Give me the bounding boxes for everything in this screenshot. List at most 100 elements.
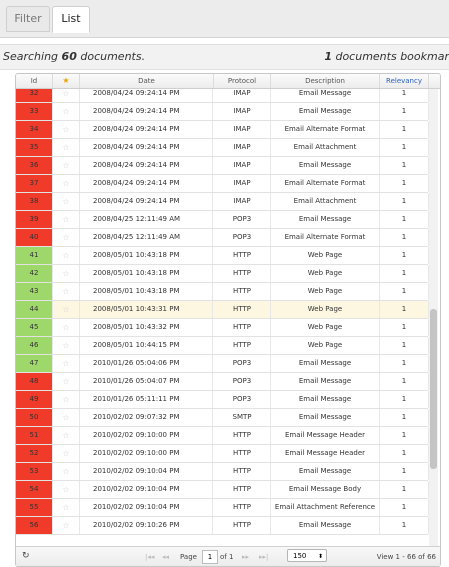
star-outline-icon[interactable]: ☆ bbox=[62, 323, 69, 332]
table-row[interactable]: 43 ☆ 2008/05/01 10:43:18 PM HTTP Web Page 1 bbox=[16, 283, 429, 301]
table-row[interactable]: 40 ☆ 2008/04/25 12:11:49 AM POP3 Email Alter… bbox=[16, 229, 429, 247]
cell-bookmark[interactable]: ☆ bbox=[53, 355, 80, 372]
cell-bookmark[interactable]: ☆ bbox=[53, 517, 80, 534]
table-row[interactable]: 48 ☆ 2010/01/26 05:04:07 PM POP3 Email Messa… bbox=[16, 373, 429, 391]
table-row[interactable]: 42 ☆ 2008/05/01 10:43:18 PM HTTP Web Page 1 bbox=[16, 265, 429, 283]
grid-header: Id ★ Date Protocol Description Relevancy… bbox=[16, 74, 440, 99]
cell-bookmark[interactable]: ☆ bbox=[53, 211, 80, 228]
table-row[interactable]: 56 ☆ 2010/02/02 09:10:26 PM HTTP Email Messa… bbox=[16, 517, 429, 535]
star-outline-icon[interactable]: ☆ bbox=[62, 395, 69, 404]
cell-bookmark[interactable]: ☆ bbox=[53, 463, 80, 480]
cell-bookmark[interactable]: ☆ bbox=[53, 121, 80, 138]
star-outline-icon[interactable]: ☆ bbox=[62, 161, 69, 170]
table-row[interactable]: 49 ☆ 2010/01/26 05:11:11 PM POP3 Email Messa… bbox=[16, 391, 429, 409]
cell-description: Email Message bbox=[271, 463, 380, 480]
scrollbar-thumb[interactable] bbox=[430, 309, 437, 469]
cell-bookmark[interactable]: ☆ bbox=[53, 319, 80, 336]
table-row[interactable]: 45 ☆ 2008/05/01 10:43:32 PM HTTP Web Page 1 bbox=[16, 319, 429, 337]
col-header-bookmark[interactable]: ★ bbox=[53, 74, 80, 88]
cell-bookmark[interactable]: ☆ bbox=[53, 373, 80, 390]
table-row[interactable]: 54 ☆ 2010/02/02 09:10:04 PM HTTP Email Messa… bbox=[16, 481, 429, 499]
cell-date: 2010/02/02 09:10:04 PM bbox=[80, 463, 213, 480]
table-row[interactable]: 51 ☆ 2010/02/02 09:10:00 PM HTTP Email Messa… bbox=[16, 427, 429, 445]
table-row[interactable]: 33 ☆ 2008/04/24 09:24:14 PM IMAP Email Messa… bbox=[16, 103, 429, 121]
first-page-button[interactable]: |◂◂ bbox=[145, 550, 154, 564]
table-row[interactable]: 32 ☆ 2008/04/24 09:24:14 PM IMAP Email Messa… bbox=[16, 89, 429, 103]
cell-bookmark[interactable]: ☆ bbox=[53, 499, 80, 516]
table-row[interactable]: 34 ☆ 2008/04/24 09:24:14 PM IMAP Email Alter… bbox=[16, 121, 429, 139]
table-row[interactable]: 36 ☆ 2008/04/24 09:24:14 PM IMAP Email Messa… bbox=[16, 157, 429, 175]
cell-date: 2008/05/01 10:43:18 PM bbox=[80, 247, 213, 264]
table-row[interactable]: 41 ☆ 2008/05/01 10:43:18 PM HTTP Web Page 1 bbox=[16, 247, 429, 265]
col-header-date[interactable]: Date bbox=[80, 74, 214, 88]
cell-date: 2010/02/02 09:10:00 PM bbox=[80, 445, 213, 462]
cell-bookmark[interactable]: ☆ bbox=[53, 283, 80, 300]
cell-bookmark[interactable]: ☆ bbox=[53, 301, 80, 318]
cell-bookmark[interactable]: ☆ bbox=[53, 409, 80, 426]
cell-bookmark[interactable]: ☆ bbox=[53, 445, 80, 462]
cell-bookmark[interactable]: ☆ bbox=[53, 193, 80, 210]
next-page-button[interactable]: ▸▸ bbox=[242, 550, 249, 564]
table-row[interactable]: 37 ☆ 2008/04/24 09:24:14 PM IMAP Email Alter… bbox=[16, 175, 429, 193]
table-row[interactable]: 55 ☆ 2010/02/02 09:10:04 PM HTTP Email Attac… bbox=[16, 499, 429, 517]
table-row[interactable]: 50 ☆ 2010/02/02 09:07:32 PM SMTP Email Messa… bbox=[16, 409, 429, 427]
star-outline-icon[interactable]: ☆ bbox=[62, 125, 69, 134]
col-header-description[interactable]: Description bbox=[271, 74, 380, 88]
star-outline-icon[interactable]: ☆ bbox=[62, 269, 69, 278]
star-outline-icon[interactable]: ☆ bbox=[62, 341, 69, 350]
star-outline-icon[interactable]: ☆ bbox=[62, 305, 69, 314]
cell-bookmark[interactable]: ☆ bbox=[53, 103, 80, 120]
star-outline-icon[interactable]: ☆ bbox=[62, 377, 69, 386]
star-outline-icon[interactable]: ☆ bbox=[62, 233, 69, 242]
tab-list[interactable]: List bbox=[52, 6, 90, 33]
star-outline-icon[interactable]: ☆ bbox=[62, 215, 69, 224]
page-size-select[interactable]: 150 ⬍ bbox=[287, 549, 327, 562]
cell-bookmark[interactable]: ☆ bbox=[53, 481, 80, 498]
cell-bookmark[interactable]: ☆ bbox=[53, 157, 80, 174]
table-row[interactable]: 38 ☆ 2008/04/24 09:24:14 PM IMAP Email Attac… bbox=[16, 193, 429, 211]
table-row[interactable]: 53 ☆ 2010/02/02 09:10:04 PM HTTP Email Messa… bbox=[16, 463, 429, 481]
star-outline-icon[interactable]: ☆ bbox=[62, 359, 69, 368]
cell-bookmark[interactable]: ☆ bbox=[53, 89, 80, 102]
table-row[interactable]: 39 ☆ 2008/04/25 12:11:49 AM POP3 Email Messa… bbox=[16, 211, 429, 229]
star-outline-icon[interactable]: ☆ bbox=[62, 467, 69, 476]
star-outline-icon[interactable]: ☆ bbox=[62, 413, 69, 422]
table-row[interactable]: 46 ☆ 2008/05/01 10:44:15 PM HTTP Web Page 1 bbox=[16, 337, 429, 355]
cell-bookmark[interactable]: ☆ bbox=[53, 175, 80, 192]
tab-filter[interactable]: Filter bbox=[6, 6, 50, 32]
col-header-protocol[interactable]: Protocol bbox=[214, 74, 271, 88]
table-row[interactable]: 35 ☆ 2008/04/24 09:24:14 PM IMAP Email Attac… bbox=[16, 139, 429, 157]
cell-bookmark[interactable]: ☆ bbox=[53, 265, 80, 282]
table-row[interactable]: 47 ☆ 2010/01/26 05:04:06 PM POP3 Email Messa… bbox=[16, 355, 429, 373]
cell-bookmark[interactable]: ☆ bbox=[53, 229, 80, 246]
col-header-relevancy[interactable]: Relevancy (1) bbox=[380, 74, 429, 99]
star-outline-icon[interactable]: ☆ bbox=[62, 143, 69, 152]
star-outline-icon[interactable]: ☆ bbox=[62, 287, 69, 296]
cell-bookmark[interactable]: ☆ bbox=[53, 139, 80, 156]
star-outline-icon[interactable]: ☆ bbox=[62, 197, 69, 206]
star-outline-icon[interactable]: ☆ bbox=[62, 89, 69, 98]
cell-description: Web Page bbox=[271, 337, 380, 354]
refresh-icon[interactable]: ↻ bbox=[22, 549, 30, 563]
star-outline-icon[interactable]: ☆ bbox=[62, 431, 69, 440]
col-header-id[interactable]: Id bbox=[16, 74, 53, 88]
cell-bookmark[interactable]: ☆ bbox=[53, 337, 80, 354]
cell-relevancy: 1 bbox=[380, 517, 429, 534]
cell-bookmark[interactable]: ☆ bbox=[53, 247, 80, 264]
star-outline-icon[interactable]: ☆ bbox=[62, 251, 69, 260]
vertical-scrollbar[interactable] bbox=[429, 89, 438, 546]
table-row[interactable]: 44 ☆ 2008/05/01 10:43:31 PM HTTP Web Page 1 bbox=[16, 301, 429, 319]
star-outline-icon[interactable]: ☆ bbox=[62, 521, 69, 530]
prev-page-button[interactable]: ◂◂ bbox=[162, 550, 169, 564]
cell-bookmark[interactable]: ☆ bbox=[53, 391, 80, 408]
cell-bookmark[interactable]: ☆ bbox=[53, 427, 80, 444]
star-outline-icon[interactable]: ☆ bbox=[62, 485, 69, 494]
star-outline-icon[interactable]: ☆ bbox=[62, 503, 69, 512]
table-row[interactable]: 52 ☆ 2010/02/02 09:10:00 PM HTTP Email Messa… bbox=[16, 445, 429, 463]
star-outline-icon[interactable]: ☆ bbox=[62, 179, 69, 188]
star-outline-icon[interactable]: ☆ bbox=[62, 107, 69, 116]
cell-id: 56 bbox=[16, 517, 53, 534]
page-input[interactable]: 1 bbox=[202, 550, 218, 564]
star-outline-icon[interactable]: ☆ bbox=[62, 449, 69, 458]
last-page-button[interactable]: ▸▸| bbox=[259, 550, 268, 564]
